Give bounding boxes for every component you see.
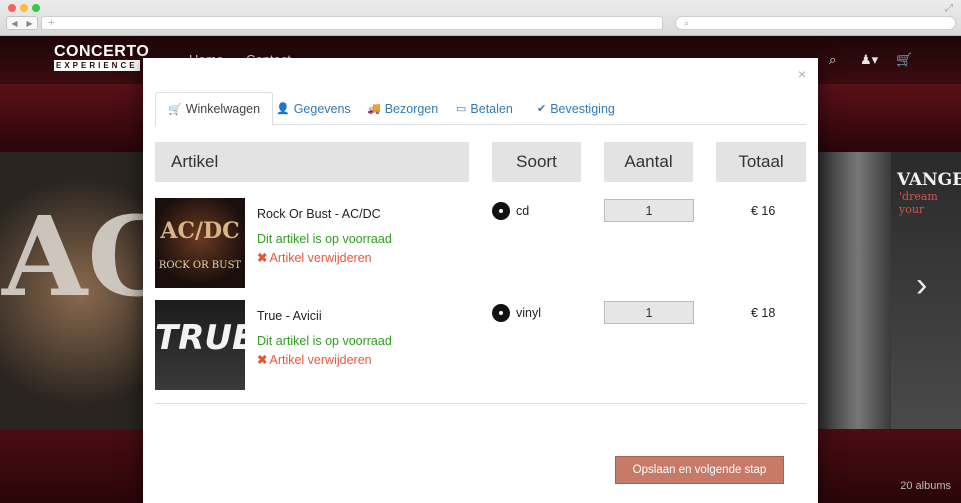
- vinyl-icon: [492, 304, 510, 322]
- albums-count: 20 albums: [900, 480, 951, 492]
- quantity-input[interactable]: [604, 301, 694, 324]
- remove-label: Artikel verwijderen: [269, 251, 372, 265]
- album-cover-true: TRUE: [155, 300, 245, 390]
- back-forward-buttons[interactable]: ◀ ▶: [6, 16, 38, 30]
- fullscreen-icon[interactable]: ⤢: [945, 3, 953, 14]
- close-icon[interactable]: ×: [798, 66, 806, 82]
- back-arrow-icon[interactable]: ◀: [11, 19, 17, 28]
- truck-icon: 🚚: [367, 103, 381, 115]
- tab-bezorgen[interactable]: 🚚 Bezorgen: [367, 92, 438, 125]
- remove-item-link[interactable]: ✖ Artikel verwijderen: [257, 352, 372, 367]
- check-circle-icon: ✔: [537, 103, 547, 115]
- item-price: € 18: [751, 306, 776, 320]
- user-menu-icon[interactable]: ♟▾: [860, 52, 878, 68]
- cover-right-title: VANGE: [897, 170, 961, 190]
- checkout-tabs: 🛒 Winkelwagen 👤 Gegevens 🚚 Bezorgen ▭ Be…: [155, 92, 806, 126]
- save-next-step-button[interactable]: Opslaan en volgende stap: [615, 456, 784, 484]
- quantity-input[interactable]: [604, 199, 694, 222]
- tab-gegevens[interactable]: 👤 Gegevens: [276, 92, 351, 125]
- browser-chrome: ◀ ▶ + ⌕ ⤢: [0, 0, 961, 36]
- remove-item-link[interactable]: ✖ Artikel verwijderen: [257, 250, 372, 265]
- stock-status: Dit artikel is op voorraad: [257, 232, 392, 246]
- minimize-window-button[interactable]: [20, 4, 28, 12]
- tab-winkelwagen[interactable]: 🛒 Winkelwagen: [155, 92, 274, 126]
- column-header-soort: Soort: [492, 142, 581, 182]
- cd-icon: [492, 202, 510, 220]
- album-cover-left[interactable]: AG: [0, 152, 181, 429]
- carousel-next-icon[interactable]: ›: [916, 266, 927, 305]
- tab-label: Bezorgen: [384, 101, 439, 116]
- column-header-totaal: Totaal: [716, 142, 806, 182]
- product-type-label: vinyl: [516, 306, 542, 320]
- browser-search-bar[interactable]: ⌕: [675, 16, 956, 30]
- url-bar[interactable]: +: [41, 16, 663, 30]
- remove-icon: ✖: [257, 353, 268, 367]
- tab-betalen[interactable]: ▭ Betalen: [456, 92, 513, 125]
- tab-label: Winkelwagen: [185, 102, 261, 116]
- remove-icon: ✖: [257, 251, 268, 265]
- site-logo-sub: EXPERIENCE: [54, 60, 140, 71]
- product-type: vinyl: [492, 304, 541, 322]
- column-header-artikel: Artikel: [155, 142, 469, 182]
- cart-icon[interactable]: 🛒: [896, 52, 912, 68]
- remove-label: Artikel verwijderen: [269, 353, 372, 367]
- close-window-button[interactable]: [8, 4, 16, 12]
- cart-icon: 🛒: [168, 103, 182, 116]
- product-type: cd: [492, 202, 529, 220]
- cover-title: TRUE: [155, 318, 245, 358]
- album-cover-acdc: AC/DC ROCK OR BUST: [155, 198, 245, 288]
- tab-label: Bevestiging: [550, 101, 615, 116]
- cart-item-row: TRUE True - Avicii Dit artikel is op voo…: [155, 300, 806, 402]
- product-name: Rock Or Bust - AC/DC: [257, 207, 381, 221]
- search-icon[interactable]: ⌕: [829, 52, 836, 68]
- cover-subtitle: ROCK OR BUST: [158, 260, 242, 271]
- stock-status: Dit artikel is op voorraad: [257, 334, 392, 348]
- site-logo[interactable]: CONCERTO: [54, 44, 149, 60]
- cart-modal: × 🛒 Winkelwagen 👤 Gegevens 🚚 Bezorgen ▭ …: [143, 58, 818, 503]
- divider: [155, 403, 806, 404]
- forward-arrow-icon[interactable]: ▶: [26, 19, 32, 28]
- cover-title: AC/DC: [160, 218, 240, 244]
- cart-item-row: AC/DC ROCK OR BUST Rock Or Bust - AC/DC …: [155, 198, 806, 300]
- product-name: True - Avicii: [257, 309, 322, 323]
- credit-card-icon: ▭: [456, 103, 467, 115]
- tab-bevestiging[interactable]: ✔ Bevestiging: [537, 92, 615, 125]
- maximize-window-button[interactable]: [32, 4, 40, 12]
- tab-label: Betalen: [470, 101, 513, 116]
- column-header-aantal: Aantal: [604, 142, 693, 182]
- user-icon: 👤: [276, 103, 290, 115]
- album-cover-right-1[interactable]: [818, 152, 891, 429]
- tab-label: Gegevens: [293, 101, 351, 116]
- product-type-label: cd: [516, 204, 530, 218]
- item-price: € 16: [751, 204, 776, 218]
- cover-right-subtitle: 'dream your: [899, 190, 938, 216]
